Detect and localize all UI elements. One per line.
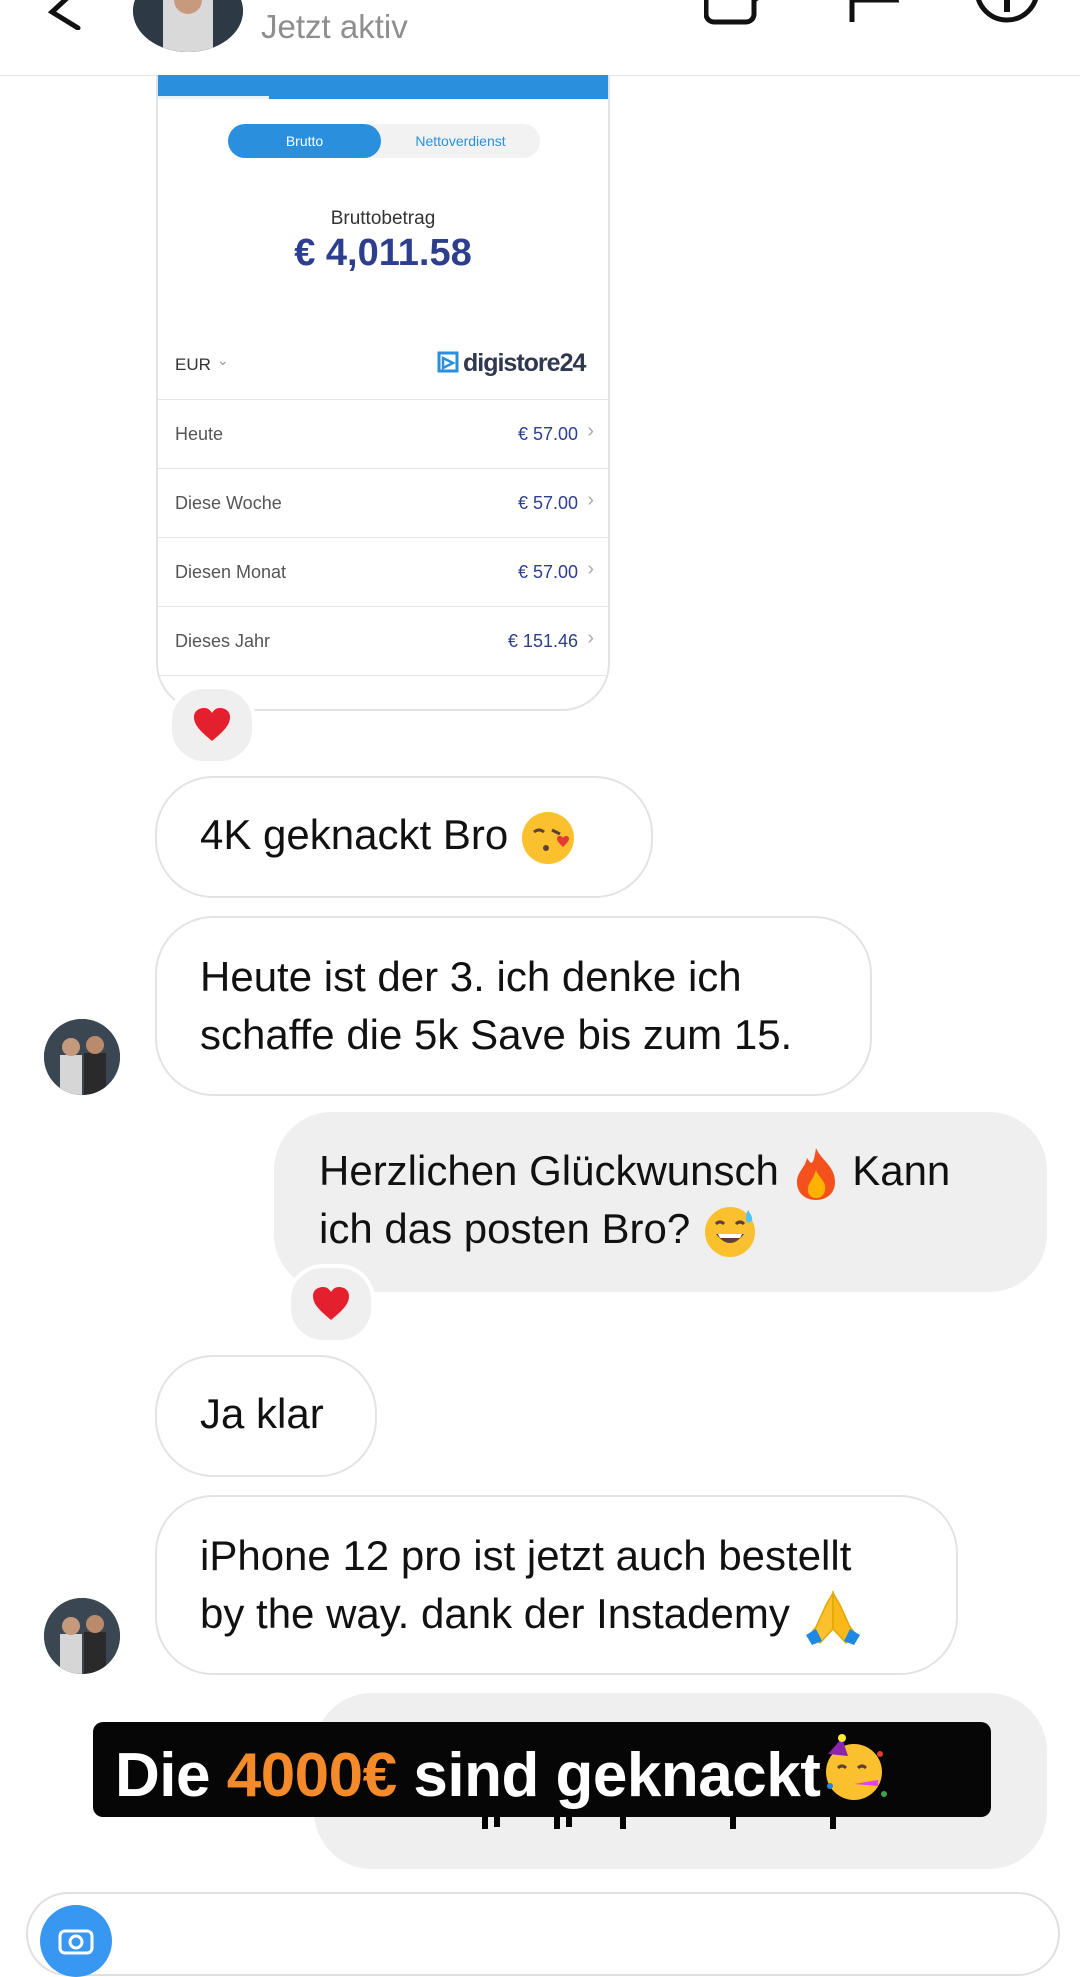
caption-overlay: Die 4000€ sind geknackt	[93, 1722, 991, 1817]
fire-icon	[796, 1147, 835, 1200]
message-text-span: by the way. dank der Instademy	[200, 1590, 790, 1637]
message-bubble-incoming[interactable]: 4K geknackt Bro	[155, 776, 653, 898]
folded-hands-icon	[805, 1590, 860, 1645]
sender-avatar[interactable]	[44, 1019, 120, 1095]
brutto-netto-toggle: Brutto Nettoverdienst	[228, 124, 540, 158]
toggle-brutto: Brutto	[228, 124, 381, 158]
caption-part2: sind geknackt	[396, 1741, 821, 1810]
caption-part1: Die	[115, 1741, 227, 1810]
kissing-heart-icon	[521, 811, 574, 864]
partying-face-icon	[826, 1734, 888, 1800]
list-item: Diese Woche € 57.00 ›	[158, 468, 608, 538]
message-bubble-incoming[interactable]: Heute ist der 3. ich denke ich schaffe d…	[155, 916, 872, 1096]
list-item: Dieses Jahr € 151.46 ›	[158, 606, 608, 676]
contact-avatar[interactable]	[133, 0, 243, 52]
message-line: by the way. dank der Instademy	[200, 1585, 864, 1645]
row-label: Dieses Jahr	[175, 631, 271, 651]
message-line: ich das posten Bro?	[319, 1200, 758, 1260]
chevron-right-icon: ›	[587, 558, 594, 580]
chevron-right-icon: ›	[587, 489, 594, 511]
tab-indicator	[158, 96, 269, 99]
flag-icon[interactable]	[846, 0, 902, 26]
brand-name: digistore24	[463, 349, 586, 377]
message-line: Heute ist der 3. ich denke ich	[200, 953, 742, 1000]
message-bubble-outgoing[interactable]: Herzlichen Glückwunsch Kann ich das post…	[274, 1112, 1047, 1292]
currency-select: EUR	[175, 355, 211, 374]
video-call-icon[interactable]	[704, 0, 772, 26]
message-text-span: 4K geknackt Bro	[200, 811, 509, 858]
sender-avatar[interactable]	[44, 1598, 120, 1674]
sweat-smile-icon	[704, 1206, 755, 1257]
message-text: Ja klar	[200, 1390, 324, 1437]
toggle-netto: Nettoverdienst	[415, 133, 506, 149]
red-heart-icon	[313, 1287, 349, 1320]
row-label: Diesen Monat	[175, 562, 287, 582]
message-bubble-incoming[interactable]: Ja klar	[155, 1355, 377, 1477]
camera-icon	[58, 1929, 94, 1955]
digistore-logo-icon	[437, 351, 459, 373]
chevron-right-icon: ›	[587, 627, 594, 649]
red-heart-icon	[194, 708, 230, 741]
info-icon[interactable]	[972, 0, 1042, 30]
shared-screenshot[interactable]: Brutto Nettoverdienst Bruttobetrag € 4,0…	[156, 75, 610, 711]
message-line: Herzlichen Glückwunsch Kann	[319, 1142, 950, 1202]
row-value: € 57.00	[517, 562, 578, 582]
message-text-span: Kann	[852, 1147, 951, 1194]
message-line: iPhone 12 pro ist jetzt auch bestellt	[200, 1532, 852, 1579]
list-item: Diesen Monat € 57.00 ›	[158, 537, 608, 607]
message-reaction[interactable]	[287, 1264, 375, 1344]
message-text-span: ich das posten Bro?	[319, 1205, 691, 1252]
message-line: schaffe die 5k Save bis zum 15.	[200, 1011, 793, 1058]
message-bubble-incoming[interactable]: iPhone 12 pro ist jetzt auch bestellt by…	[155, 1495, 958, 1675]
row-value: € 57.00	[517, 493, 578, 513]
contact-status: Jetzt aktiv	[261, 8, 408, 45]
row-label: Diese Woche	[175, 493, 282, 513]
chevron-down-icon: ⌄	[217, 352, 229, 368]
chevron-right-icon: ›	[587, 420, 594, 442]
row-value: € 151.46	[507, 631, 578, 651]
list-item: Heute € 57.00 ›	[158, 399, 608, 469]
message-composer[interactable]	[26, 1892, 1060, 1976]
message-reaction[interactable]	[168, 685, 256, 765]
camera-button[interactable]	[40, 1905, 112, 1977]
back-chevron-icon[interactable]	[40, 0, 86, 30]
chat-header: Jetzt aktiv	[0, 0, 1080, 76]
message-text: 4K geknackt Bro	[200, 806, 576, 866]
message-text-span: Herzlichen Glückwunsch	[319, 1147, 779, 1194]
row-value: € 57.00	[517, 424, 578, 444]
caption-text: Die 4000€ sind geknackt	[115, 1734, 890, 1811]
caption-highlight: 4000€	[226, 1741, 397, 1810]
amount-value: € 4,011.58	[294, 232, 472, 274]
row-label: Heute	[175, 424, 224, 444]
amount-label: Bruttobetrag	[330, 208, 436, 229]
